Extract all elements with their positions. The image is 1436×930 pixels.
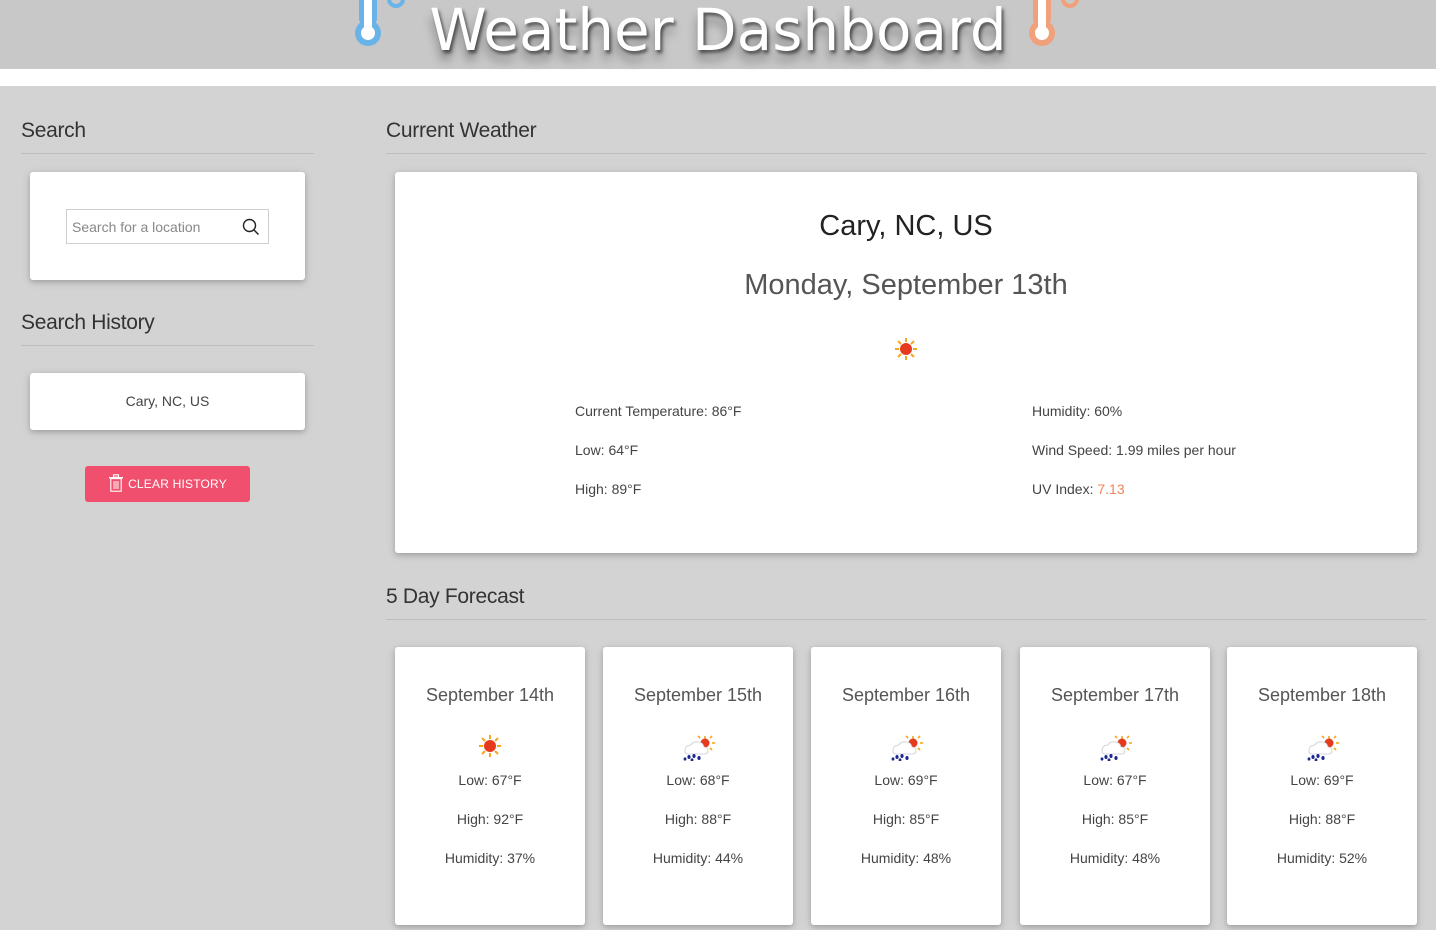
history-divider (21, 345, 314, 346)
forecast-date: September 17th (1050, 685, 1180, 705)
forecast-low: Low: 69°F (874, 772, 938, 788)
current-wind: Wind Speed: 1.99 miles per hour (1032, 442, 1236, 458)
forecast-high: High: 85°F (1081, 811, 1149, 827)
forecast-date: September 14th (425, 685, 555, 705)
clear-history-button[interactable]: CLEAR HISTORY (85, 466, 250, 502)
forecast-low: Low: 67°F (458, 772, 522, 788)
search-input[interactable] (72, 210, 232, 243)
forecast-humidity: Humidity: 48% (1069, 850, 1161, 866)
current-humidity: Humidity: 60% (1032, 403, 1123, 419)
forecast-humidity: Humidity: 37% (444, 850, 536, 866)
current-high: High: 89°F (575, 481, 642, 497)
forecast-card: September 16th Low: 69°F High: 85°F Humidi… (811, 647, 1001, 925)
forecast-humidity: Humidity: 52% (1276, 850, 1368, 866)
current-low: Low: 64°F (575, 442, 639, 458)
search-icon[interactable] (242, 218, 260, 236)
sun-icon (895, 338, 917, 365)
forecast-card: September 14th Low: 67°F High: 92°F Humidi… (395, 647, 585, 925)
header-stripe (0, 69, 1436, 86)
current-city: Cary, NC, US (819, 210, 993, 242)
clear-history-label: CLEAR HISTORY (128, 477, 227, 491)
uv-label: UV Index: (1032, 481, 1098, 497)
sun-rain-cloud-icon (1305, 735, 1339, 766)
forecast-card: September 17th Low: 67°F High: 85°F Humidi… (1020, 647, 1210, 925)
sun-rain-cloud-icon (681, 735, 715, 766)
forecast-high: High: 92°F (456, 811, 524, 827)
current-weather-card: Cary, NC, US Monday, September 13th Curr… (395, 172, 1417, 553)
page-title-wrap: Weather Dashboard (0, 0, 1436, 64)
current-date: Monday, September 13th (744, 269, 1068, 301)
current-temperature: Current Temperature: 86°F (575, 403, 742, 419)
trash-icon (108, 473, 124, 495)
forecast-card: September 15th Low: 68°F High: 88°F Humidi… (603, 647, 793, 925)
forecast-humidity: Humidity: 48% (860, 850, 952, 866)
search-field[interactable] (66, 209, 269, 244)
forecast-divider (386, 619, 1426, 620)
forecast-low: Low: 69°F (1290, 772, 1354, 788)
search-card (30, 172, 305, 280)
forecast-card: September 18th Low: 69°F High: 88°F Humidi… (1227, 647, 1417, 925)
thermometer-hot-icon (1023, 0, 1087, 61)
history-item[interactable]: Cary, NC, US (30, 373, 305, 430)
sun-icon (479, 735, 501, 762)
forecast-high: High: 85°F (872, 811, 940, 827)
current-uv: UV Index: 7.13 (1032, 481, 1125, 497)
forecast-low: Low: 68°F (666, 772, 730, 788)
current-weather-divider (386, 153, 1426, 154)
thermometer-cold-icon (349, 0, 413, 61)
page-title: Weather Dashboard (429, 0, 1007, 64)
forecast-high: High: 88°F (664, 811, 732, 827)
search-divider (21, 153, 314, 154)
forecast-high: High: 88°F (1288, 811, 1356, 827)
search-section-title: Search (21, 119, 86, 142)
forecast-date: September 15th (633, 685, 763, 705)
uv-value: 7.13 (1097, 481, 1125, 497)
forecast-title: 5 Day Forecast (386, 585, 525, 608)
sun-rain-cloud-icon (889, 735, 923, 766)
forecast-date: September 18th (1257, 685, 1387, 705)
sun-rain-cloud-icon (1098, 735, 1132, 766)
history-section-title: Search History (21, 311, 155, 334)
forecast-low: Low: 67°F (1083, 772, 1147, 788)
current-weather-title: Current Weather (386, 119, 537, 142)
forecast-date: September 16th (841, 685, 971, 705)
forecast-humidity: Humidity: 44% (652, 850, 744, 866)
